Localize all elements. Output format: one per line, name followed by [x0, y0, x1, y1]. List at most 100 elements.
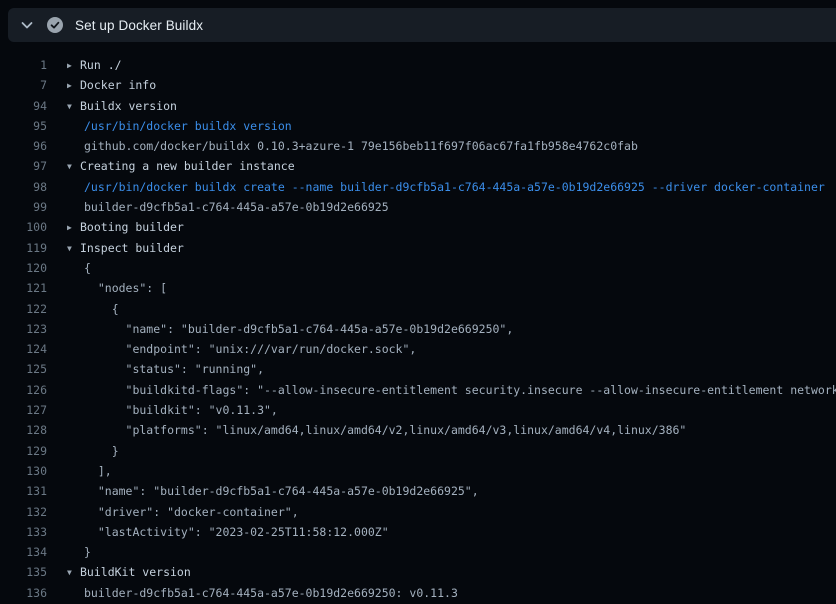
log-line: 123 "name": "builder-d9cfb5a1-c764-445a-… [0, 319, 836, 339]
log-line: 122 { [0, 299, 836, 319]
log-line: 130 ], [0, 461, 836, 481]
log-group-label: Buildx version [80, 99, 177, 113]
check-circle-icon [47, 17, 63, 33]
line-number[interactable]: 125 [8, 359, 47, 379]
log-output-text: "buildkit": "v0.11.3", [67, 400, 278, 420]
step-title: Set up Docker Buildx [75, 18, 203, 33]
line-number[interactable]: 95 [8, 116, 47, 136]
line-number[interactable]: 120 [8, 258, 47, 278]
log-line: 1 ▶Run ./ [0, 55, 836, 75]
log-line: 7 ▶Docker info [0, 75, 836, 95]
line-number[interactable]: 129 [8, 441, 47, 461]
log-output-text: "lastActivity": "2023-02-25T11:58:12.000… [67, 522, 389, 542]
line-number[interactable]: 123 [8, 319, 47, 339]
triangle-down-icon: ▼ [67, 97, 80, 117]
line-number[interactable]: 126 [8, 380, 47, 400]
log-line: 125 "status": "running", [0, 359, 836, 379]
log-group-label: Inspect builder [80, 241, 184, 255]
log-group-label: Run ./ [80, 58, 122, 72]
log-command-text: /usr/bin/docker buildx create --name bui… [67, 177, 825, 197]
log-line: 124 "endpoint": "unix:///var/run/docker.… [0, 339, 836, 359]
log-output-text: { [67, 299, 119, 319]
log-output-text: } [67, 441, 119, 461]
chevron-down-icon [19, 17, 35, 33]
log-line: 127 "buildkit": "v0.11.3", [0, 400, 836, 420]
line-number[interactable]: 136 [8, 583, 47, 603]
log-line: 135 ▼BuildKit version [0, 562, 836, 582]
line-number[interactable]: 133 [8, 522, 47, 542]
log-group-toggle[interactable]: ▼BuildKit version [67, 562, 191, 582]
log-output-text: "name": "builder-d9cfb5a1-c764-445a-a57e… [67, 481, 479, 501]
line-number[interactable]: 121 [8, 278, 47, 298]
line-number[interactable]: 131 [8, 481, 47, 501]
log-output-text: github.com/docker/buildx 0.10.3+azure-1 … [67, 136, 638, 156]
log-output-text: "nodes": [ [67, 278, 167, 298]
log-line: 97 ▼Creating a new builder instance [0, 156, 836, 176]
log-group-toggle[interactable]: ▶Run ./ [67, 55, 122, 75]
line-number[interactable]: 94 [8, 96, 47, 116]
line-number[interactable]: 127 [8, 400, 47, 420]
log-group-toggle[interactable]: ▼Buildx version [67, 96, 177, 116]
log-group-label: Docker info [80, 78, 156, 92]
actions-log-viewport: Set up Docker Buildx 1▶Run ./7▶Docker in… [0, 8, 836, 604]
log-output-text: builder-d9cfb5a1-c764-445a-a57e-0b19d2e6… [67, 583, 458, 603]
log-line: 100 ▶Booting builder [0, 217, 836, 237]
log-line: 129 } [0, 441, 836, 461]
log-group-toggle[interactable]: ▼Creating a new builder instance [67, 156, 295, 176]
line-number[interactable]: 119 [8, 238, 47, 258]
log-output-text: "buildkitd-flags": "--allow-insecure-ent… [67, 380, 836, 400]
log-group-label: BuildKit version [80, 565, 191, 579]
log-group-label: Creating a new builder instance [80, 159, 295, 173]
log-group-toggle[interactable]: ▶Docker info [67, 75, 156, 95]
log-line: 99 builder-d9cfb5a1-c764-445a-a57e-0b19d2… [0, 197, 836, 217]
log-line: 133 "lastActivity": "2023-02-25T11:58:12… [0, 522, 836, 542]
log-line: 136 builder-d9cfb5a1-c764-445a-a57e-0b19d… [0, 583, 836, 603]
line-number[interactable]: 128 [8, 420, 47, 440]
line-number[interactable]: 99 [8, 197, 47, 217]
line-number[interactable]: 122 [8, 299, 47, 319]
log-line: 126 "buildkitd-flags": "--allow-insecure… [0, 380, 836, 400]
step-header[interactable]: Set up Docker Buildx [8, 8, 836, 42]
line-number[interactable]: 135 [8, 562, 47, 582]
log-line: 134} [0, 542, 836, 562]
log-output-text: builder-d9cfb5a1-c764-445a-a57e-0b19d2e6… [67, 197, 389, 217]
line-number[interactable]: 97 [8, 156, 47, 176]
collapse-step-button[interactable] [15, 13, 39, 37]
log-output-text: "driver": "docker-container", [67, 502, 299, 522]
line-number[interactable]: 132 [8, 502, 47, 522]
log-output-text: "name": "builder-d9cfb5a1-c764-445a-a57e… [67, 319, 513, 339]
log-line: 96 github.com/docker/buildx 0.10.3+azure-… [0, 136, 836, 156]
triangle-down-icon: ▼ [67, 157, 80, 177]
log-group-toggle[interactable]: ▶Booting builder [67, 217, 184, 237]
log-output-text: { [67, 258, 91, 278]
log-output-text: "endpoint": "unix:///var/run/docker.sock… [67, 339, 416, 359]
log-scroll-area[interactable]: 1▶Run ./7▶Docker info94▼Buildx version95… [0, 42, 836, 603]
log-output-text: "status": "running", [67, 359, 264, 379]
triangle-down-icon: ▼ [67, 239, 80, 259]
triangle-right-icon: ▶ [67, 56, 80, 76]
triangle-down-icon: ▼ [67, 563, 80, 583]
log-output-text: ], [67, 461, 112, 481]
log-line: 119 ▼Inspect builder [0, 238, 836, 258]
log-line: 94 ▼Buildx version [0, 96, 836, 116]
triangle-right-icon: ▶ [67, 218, 80, 238]
log-output-text: "platforms": "linux/amd64,linux/amd64/v2… [67, 420, 686, 440]
line-number[interactable]: 130 [8, 461, 47, 481]
line-number[interactable]: 98 [8, 177, 47, 197]
log-line: 98/usr/bin/docker buildx create --name b… [0, 177, 836, 197]
log-group-toggle[interactable]: ▼Inspect builder [67, 238, 184, 258]
log-line: 132 "driver": "docker-container", [0, 502, 836, 522]
log-line: 121 "nodes": [ [0, 278, 836, 298]
line-number[interactable]: 134 [8, 542, 47, 562]
log-line: 120 { [0, 258, 836, 278]
line-number[interactable]: 7 [8, 75, 47, 95]
log-line: 128 "platforms": "linux/amd64,linux/amd6… [0, 420, 836, 440]
line-number[interactable]: 100 [8, 217, 47, 237]
log-line: 131 "name": "builder-d9cfb5a1-c764-445a-… [0, 481, 836, 501]
line-number[interactable]: 124 [8, 339, 47, 359]
log-group-label: Booting builder [80, 220, 184, 234]
log-command-text: /usr/bin/docker buildx version [67, 116, 292, 136]
line-number[interactable]: 1 [8, 55, 47, 75]
line-number[interactable]: 96 [8, 136, 47, 156]
log-line: 95/usr/bin/docker buildx version [0, 116, 836, 136]
